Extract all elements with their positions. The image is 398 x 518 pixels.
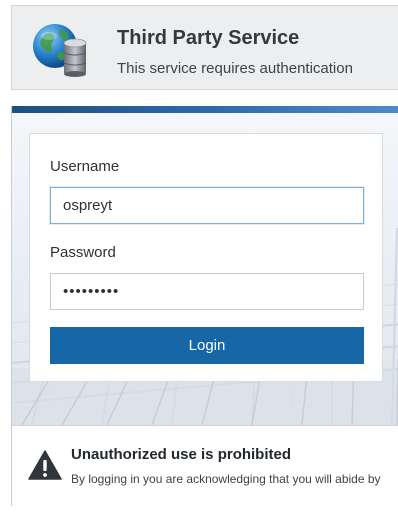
service-subtitle: This service requires authentication	[117, 60, 353, 77]
username-label: Username	[50, 158, 120, 175]
service-title: Third Party Service	[117, 27, 300, 49]
password-label: Password	[50, 244, 116, 261]
warning-triangle-icon	[28, 450, 62, 480]
username-input[interactable]	[50, 187, 364, 224]
login-form-card: Username Password Login	[29, 133, 383, 382]
service-header: Third Party Service This service require…	[11, 5, 398, 90]
page: Third Party Service This service require…	[0, 0, 398, 518]
warning-title: Unauthorized use is prohibited	[71, 446, 292, 463]
warning-banner: Unauthorized use is prohibited By loggin…	[12, 425, 398, 506]
globe-database-icon	[33, 24, 87, 77]
login-panel: Username Password Login Unauthorized use…	[11, 106, 398, 506]
login-button[interactable]: Login	[50, 327, 364, 364]
panel-top-bar	[12, 106, 398, 113]
password-input[interactable]	[50, 273, 364, 310]
warning-text: By logging in you are acknowledging that…	[71, 472, 381, 486]
